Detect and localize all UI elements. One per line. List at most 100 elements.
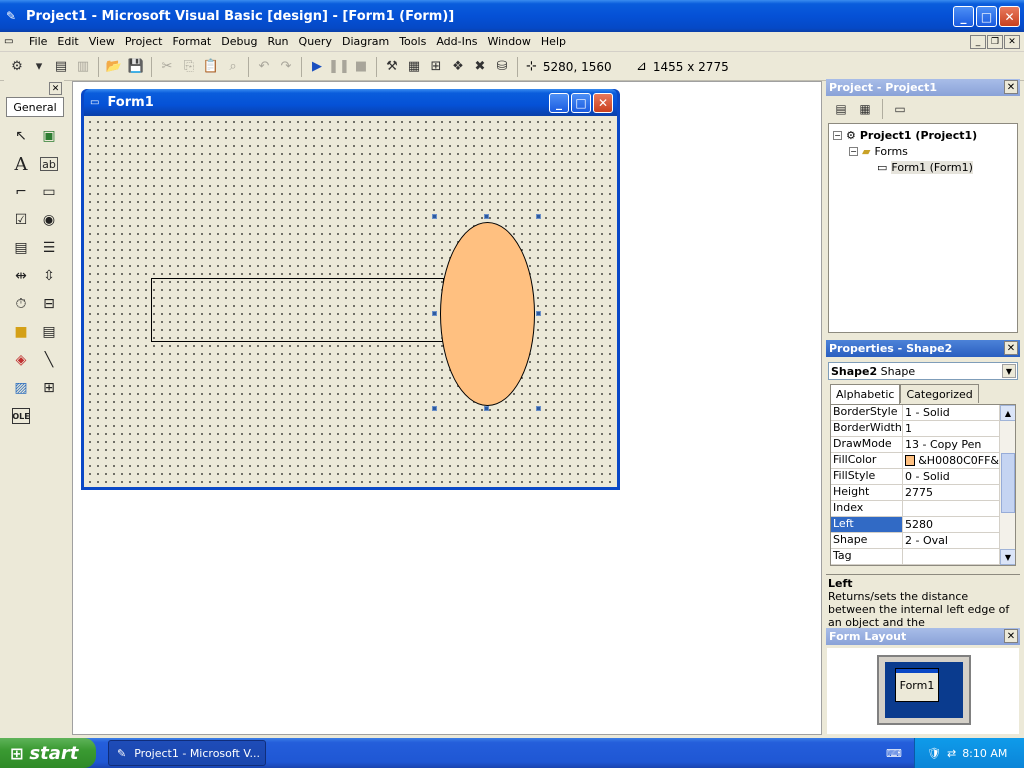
- network-icon[interactable]: ⇄: [947, 747, 956, 760]
- redo-icon[interactable]: ↷: [275, 56, 297, 78]
- resize-handle-sw[interactable]: [432, 406, 437, 411]
- image-icon[interactable]: ▨: [7, 374, 35, 402]
- chevron-down-icon[interactable]: ▼: [1002, 364, 1016, 378]
- resize-handle-s[interactable]: [484, 406, 489, 411]
- resize-handle-n[interactable]: [484, 214, 489, 219]
- shape2-oval[interactable]: [440, 222, 535, 406]
- tab-categorized[interactable]: Categorized: [900, 384, 979, 403]
- optionbutton-icon[interactable]: ◉: [35, 206, 63, 234]
- resize-handle-nw[interactable]: [432, 214, 437, 219]
- mdi-minimize-button[interactable]: _: [970, 35, 986, 49]
- object-browser-icon[interactable]: ❖: [447, 56, 469, 78]
- textbox-icon[interactable]: ab: [40, 157, 58, 171]
- timer-icon[interactable]: ⏱: [7, 290, 35, 318]
- drivelistbox-icon[interactable]: ⊟: [35, 290, 63, 318]
- mdi-restore-button[interactable]: ❐: [987, 35, 1003, 49]
- property-row[interactable]: Height 2775: [831, 485, 1015, 501]
- scroll-up-icon[interactable]: ▲: [1000, 405, 1015, 421]
- end-icon[interactable]: ■: [350, 56, 372, 78]
- filelistbox-icon[interactable]: ▤: [35, 318, 63, 346]
- menu-view[interactable]: View: [84, 35, 120, 48]
- property-row[interactable]: BorderWidth 1: [831, 421, 1015, 437]
- resize-handle-e[interactable]: [536, 311, 541, 316]
- property-scrollbar[interactable]: ▲ ▼: [999, 405, 1015, 565]
- toggle-folders-icon[interactable]: ▭: [889, 98, 911, 120]
- collapse-icon[interactable]: −: [833, 130, 842, 140]
- property-row[interactable]: BorderStyle 1 - Solid: [831, 405, 1015, 421]
- property-value[interactable]: &H0080C0FF&: [903, 453, 999, 468]
- checkbox-icon[interactable]: ☑: [7, 206, 35, 234]
- property-value[interactable]: 2 - Oval: [903, 533, 999, 548]
- vscrollbar-icon[interactable]: ⇳: [35, 262, 63, 290]
- property-value[interactable]: [903, 549, 999, 564]
- add-project-icon[interactable]: ⚙: [6, 56, 28, 78]
- property-row[interactable]: Tag: [831, 549, 1015, 565]
- property-row[interactable]: DrawMode 13 - Copy Pen: [831, 437, 1015, 453]
- property-row[interactable]: Index: [831, 501, 1015, 517]
- menu-help[interactable]: Help: [536, 35, 571, 48]
- menu-run[interactable]: Run: [262, 35, 293, 48]
- toolbox-icon[interactable]: ✖: [469, 56, 491, 78]
- mdi-form-icon[interactable]: ▭: [4, 36, 18, 48]
- ole-icon[interactable]: OLE: [12, 408, 30, 424]
- tree-row-form1[interactable]: ▭ Form1 (Form1): [833, 159, 1017, 175]
- toolbox-close-button[interactable]: ✕: [49, 82, 62, 95]
- close-button[interactable]: ✕: [999, 6, 1020, 27]
- form-layout-icon[interactable]: ⊞: [425, 56, 447, 78]
- scroll-thumb[interactable]: [1001, 453, 1015, 513]
- form1-title-bar[interactable]: ▭ Form1: [84, 89, 617, 116]
- property-row[interactable]: FillStyle 0 - Solid: [831, 469, 1015, 485]
- clock[interactable]: 8:10 AM: [962, 747, 1007, 760]
- menu-tools[interactable]: Tools: [394, 35, 431, 48]
- property-row[interactable]: Shape 2 - Oval: [831, 533, 1015, 549]
- form-close-button[interactable]: ✕: [593, 93, 613, 113]
- menu-debug[interactable]: Debug: [216, 35, 262, 48]
- project-explorer-icon[interactable]: ⚒: [381, 56, 403, 78]
- view-code-icon[interactable]: ▤: [830, 98, 852, 120]
- property-value[interactable]: 13 - Copy Pen: [903, 437, 999, 452]
- menu-project[interactable]: Project: [120, 35, 168, 48]
- properties-close-button[interactable]: ✕: [1004, 341, 1018, 355]
- start-button[interactable]: ⊞ start: [0, 738, 96, 768]
- properties-window-icon[interactable]: ▦: [403, 56, 425, 78]
- combobox-icon[interactable]: ▤: [7, 234, 35, 262]
- property-value[interactable]: 0 - Solid: [903, 469, 999, 484]
- resize-handle-se[interactable]: [536, 406, 541, 411]
- open-project-icon[interactable]: 📂: [103, 56, 125, 78]
- form-design-surface[interactable]: [84, 116, 617, 487]
- menu-add-ins[interactable]: Add-Ins: [431, 35, 482, 48]
- label-icon[interactable]: A: [7, 150, 35, 178]
- find-icon[interactable]: ⌕: [222, 56, 244, 78]
- tree-row-project[interactable]: − ⚙ Project1 (Project1): [833, 127, 1017, 143]
- toolbox-tab-general[interactable]: General: [6, 97, 64, 117]
- property-value[interactable]: 1 - Solid: [903, 405, 999, 420]
- layout-form-preview[interactable]: Form1: [895, 668, 939, 702]
- frame-icon[interactable]: ⌐: [7, 178, 35, 206]
- property-value[interactable]: 2775: [903, 485, 999, 500]
- menu-edit[interactable]: Edit: [52, 35, 83, 48]
- maximize-button[interactable]: □: [976, 6, 997, 27]
- menu-editor-icon[interactable]: ▤: [50, 56, 72, 78]
- data-icon[interactable]: ⊞: [35, 374, 63, 402]
- layout-close-button[interactable]: ✕: [1004, 629, 1018, 643]
- mdi-close-button[interactable]: ✕: [1004, 35, 1020, 49]
- vb-app-icon[interactable]: ✎: [6, 9, 20, 23]
- start-icon[interactable]: ▶: [306, 56, 328, 78]
- menu-format[interactable]: Format: [167, 35, 216, 48]
- object-selector[interactable]: Shape2 Shape ▼: [828, 362, 1018, 380]
- menu-diagram[interactable]: Diagram: [337, 35, 394, 48]
- add-form-icon[interactable]: ▾: [28, 56, 50, 78]
- property-value[interactable]: 5280: [903, 517, 999, 532]
- property-value[interactable]: 1: [903, 421, 999, 436]
- property-value[interactable]: [903, 501, 999, 516]
- scroll-down-icon[interactable]: ▼: [1000, 549, 1015, 565]
- property-row[interactable]: FillColor &H0080C0FF&: [831, 453, 1015, 469]
- tree-row-forms[interactable]: − ▰ Forms: [833, 143, 1017, 159]
- resize-handle-w[interactable]: [432, 311, 437, 316]
- hscrollbar-icon[interactable]: ⇹: [7, 262, 35, 290]
- keyboard-icon[interactable]: ⌨: [886, 747, 902, 760]
- menu-editor-dis-icon[interactable]: ▥: [72, 56, 94, 78]
- minimize-button[interactable]: _: [953, 6, 974, 27]
- property-row-selected[interactable]: Left 5280: [831, 517, 1015, 533]
- line-icon[interactable]: ╲: [35, 346, 63, 374]
